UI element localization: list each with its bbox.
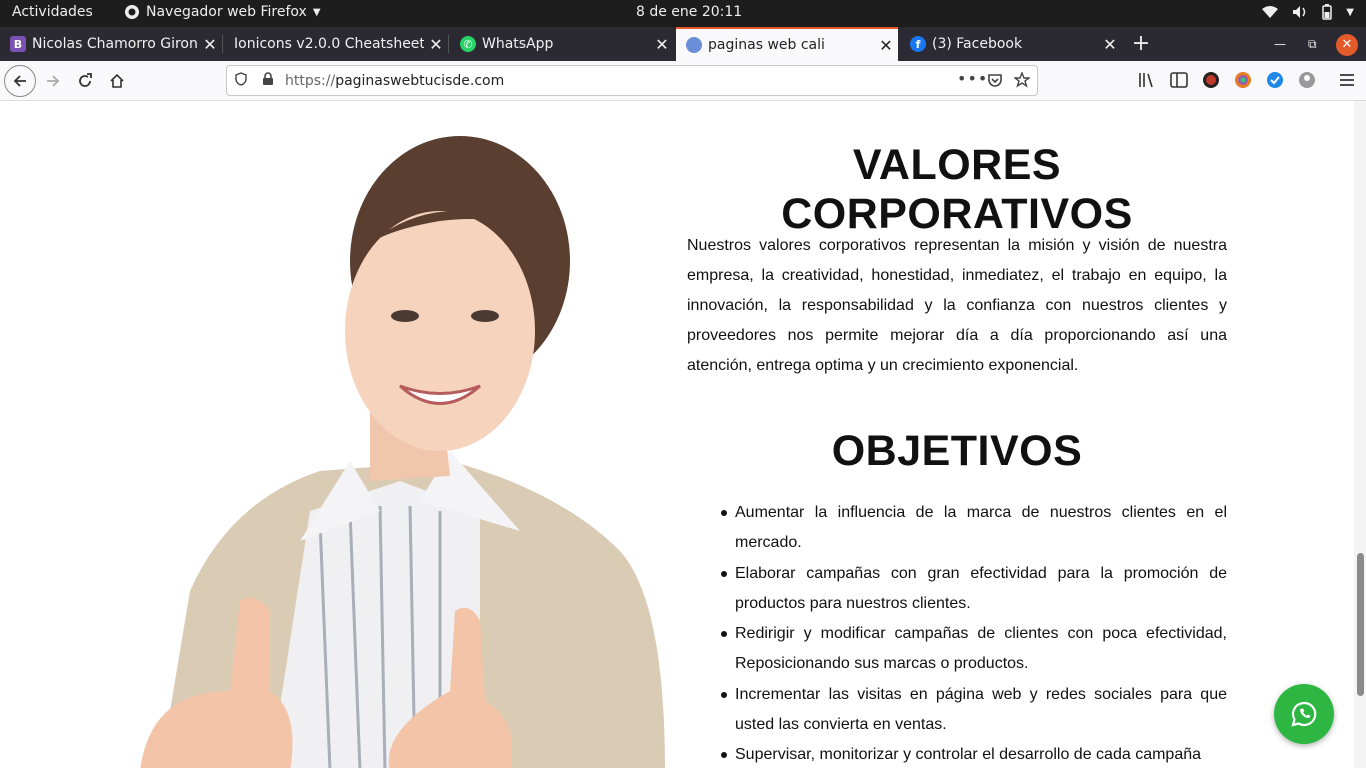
new-tab-button[interactable]: + — [1131, 27, 1151, 61]
tab-title: Ionicons v2.0.0 Cheatsheet — [234, 36, 424, 52]
businesswoman-photo — [140, 136, 665, 768]
tab-nicolas[interactable]: B Nicolas Chamorro Giron ✕ — [0, 27, 222, 61]
chevron-down-icon: ▼ — [1346, 6, 1354, 18]
arrow-right-icon — [47, 75, 60, 87]
navigation-toolbar: https://paginaswebtucisde.com ••• — [0, 61, 1366, 101]
close-icon[interactable]: ✕ — [874, 36, 898, 55]
color-picker-icon[interactable] — [1234, 71, 1252, 89]
pocket-icon[interactable] — [987, 72, 1003, 88]
activities-button[interactable]: Actividades — [12, 4, 93, 20]
tab-whatsapp[interactable]: ✆ WhatsApp ✕ — [450, 27, 674, 61]
chevron-down-icon: ▼ — [312, 6, 321, 18]
app-name: Navegador web Firefox — [146, 4, 307, 20]
bootstrap-icon: B — [10, 36, 26, 52]
close-icon[interactable]: ✕ — [1098, 35, 1122, 54]
home-button[interactable] — [101, 65, 133, 97]
tab-title: WhatsApp — [482, 36, 554, 52]
web-page: VALORES CORPORATIVOS Nuestros valores co… — [0, 101, 1354, 768]
valores-heading: VALORES CORPORATIVOS — [781, 141, 1133, 238]
tab-title: paginas web cali — [708, 37, 825, 53]
objetivos-heading: OBJETIVOS — [831, 427, 1083, 475]
library-icon[interactable] — [1138, 71, 1156, 89]
whatsapp-icon — [1291, 701, 1317, 727]
clock[interactable]: 8 de ene 20:11 — [636, 4, 742, 20]
whatsapp-chat-button[interactable] — [1274, 684, 1334, 744]
list-item: Redirigir y modificar campañas de client… — [721, 619, 1227, 679]
tab-separator — [222, 35, 223, 53]
maximize-button[interactable]: ⧉ — [1308, 27, 1317, 61]
system-tray[interactable]: ▼ — [1262, 4, 1354, 20]
lock-icon[interactable] — [262, 72, 274, 86]
sidebar-icon[interactable] — [1170, 71, 1188, 89]
volume-icon — [1293, 6, 1306, 18]
valores-paragraph: Nuestros valores corporativos representa… — [687, 237, 1227, 374]
firefox-icon — [125, 5, 139, 19]
url-bar[interactable]: https://paginaswebtucisde.com ••• — [226, 65, 1038, 96]
close-icon[interactable]: ✕ — [424, 35, 448, 54]
list-item: Aumentar la influencia de la marca de nu… — [721, 498, 1227, 558]
close-icon[interactable]: ✕ — [650, 35, 674, 54]
page-actions-icon[interactable]: ••• — [957, 69, 988, 88]
extension-red-icon[interactable] — [1202, 71, 1220, 89]
window-close-button[interactable]: ✕ — [1336, 34, 1358, 56]
globe-icon — [686, 37, 702, 53]
list-item: Elaborar campañas con gran efectividad p… — [721, 559, 1227, 619]
list-item: Supervisar, monitorizar y controlar el d… — [721, 740, 1227, 768]
checkmark-extension-icon[interactable] — [1266, 71, 1284, 89]
forward-button[interactable] — [37, 65, 69, 97]
objetivos-list: Aumentar la influencia de la marca de nu… — [721, 498, 1227, 768]
back-button[interactable] — [4, 65, 36, 97]
wifi-icon — [1262, 6, 1279, 18]
minimize-button[interactable]: — — [1274, 27, 1286, 61]
url-protocol: https:// — [285, 73, 336, 89]
whatsapp-icon: ✆ — [460, 36, 476, 52]
tab-title: (3) Facebook — [932, 36, 1023, 52]
close-icon[interactable]: ✕ — [198, 35, 222, 54]
list-item: Incrementar las visitas en página web y … — [721, 680, 1227, 740]
shield-icon[interactable] — [235, 72, 247, 86]
url-host: paginaswebtucisde.com — [335, 73, 505, 89]
scrollbar-thumb[interactable] — [1357, 553, 1364, 696]
url-text[interactable]: https://paginaswebtucisde.com — [285, 73, 504, 89]
tab-ionicons[interactable]: Ionicons v2.0.0 Cheatsheet ✕ — [224, 27, 448, 61]
profile-extension-icon[interactable] — [1298, 71, 1316, 89]
tab-title: Nicolas Chamorro Giron — [32, 36, 198, 52]
tab-facebook[interactable]: f (3) Facebook ✕ — [900, 27, 1122, 61]
reload-icon — [79, 73, 92, 87]
star-icon[interactable] — [1014, 72, 1030, 88]
tab-strip: B Nicolas Chamorro Giron ✕ Ionicons v2.0… — [0, 27, 1366, 61]
page-scrollbar[interactable] — [1354, 101, 1366, 768]
system-top-bar: Actividades Navegador web Firefox ▼ 8 de… — [0, 0, 1366, 27]
facebook-icon: f — [910, 36, 926, 52]
home-icon — [110, 73, 124, 88]
menu-icon[interactable] — [1338, 71, 1356, 89]
arrow-left-icon — [13, 75, 26, 87]
tab-paginas-web-cali[interactable]: paginas web cali ✕ — [676, 27, 898, 61]
reload-button[interactable] — [69, 65, 101, 97]
tab-separator — [448, 35, 449, 53]
battery-icon — [1322, 4, 1333, 20]
app-menu[interactable]: Navegador web Firefox ▼ — [124, 4, 321, 20]
